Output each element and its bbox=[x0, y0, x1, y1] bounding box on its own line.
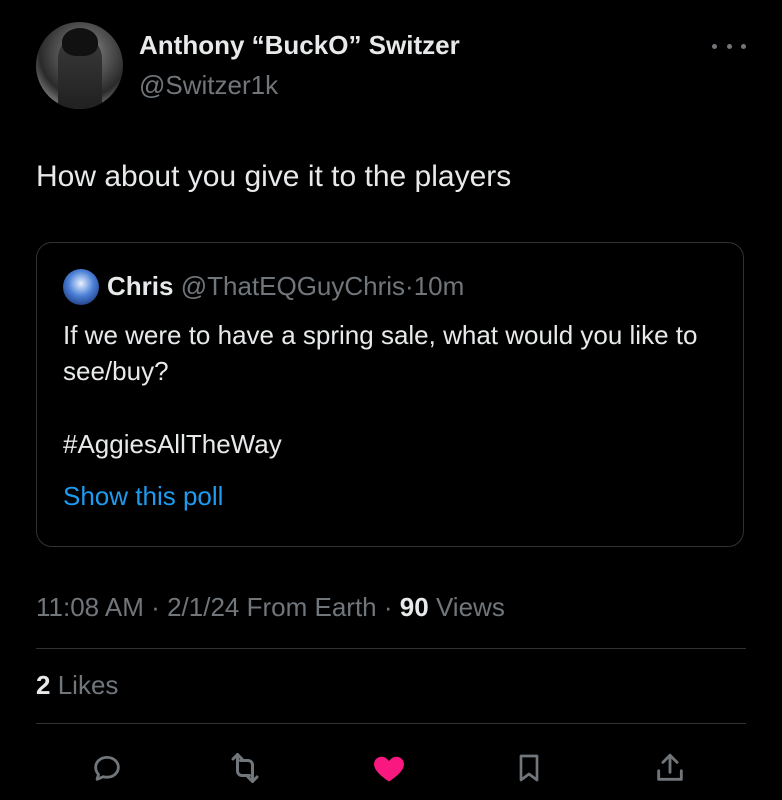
author-display-name[interactable]: Anthony “BuckO” Switzer bbox=[139, 30, 460, 61]
likes-summary[interactable]: 2 Likes bbox=[36, 670, 118, 701]
separator-dot: · bbox=[405, 271, 414, 301]
likes-count: 2 bbox=[36, 670, 51, 700]
quoted-time: 10m bbox=[413, 271, 465, 301]
more-dot bbox=[712, 43, 717, 49]
author-avatar[interactable] bbox=[36, 22, 123, 109]
tweet-date[interactable]: 2/1/24 bbox=[167, 592, 239, 622]
share-icon[interactable] bbox=[650, 748, 690, 788]
quoted-name[interactable]: Chris bbox=[107, 271, 173, 301]
avatar-hair bbox=[62, 28, 98, 56]
bookmark-icon[interactable] bbox=[509, 748, 549, 788]
quoted-text: If we were to have a spring sale, what w… bbox=[63, 320, 698, 386]
quoted-handle[interactable]: @ThatEQGuyChris bbox=[181, 271, 405, 301]
author-handle[interactable]: @Switzer1k bbox=[139, 70, 278, 101]
views-count: 90 bbox=[399, 592, 429, 622]
heart-icon[interactable] bbox=[369, 748, 409, 788]
more-dot bbox=[741, 43, 746, 49]
more-icon[interactable] bbox=[712, 34, 746, 58]
separator-dot: · bbox=[383, 592, 393, 622]
tweet-location: From Earth bbox=[246, 592, 377, 622]
likes-label: Likes bbox=[57, 670, 119, 700]
retweet-icon[interactable] bbox=[225, 748, 265, 788]
reply-icon[interactable] bbox=[87, 748, 127, 788]
tweet-time[interactable]: 11:08 AM bbox=[36, 592, 144, 622]
divider bbox=[36, 648, 746, 649]
divider bbox=[36, 723, 746, 724]
separator-dot: · bbox=[151, 592, 160, 622]
quoted-header: Chris @ThatEQGuyChris·10m bbox=[107, 271, 464, 302]
show-poll-link[interactable]: Show this poll bbox=[63, 481, 223, 512]
tweet-text: How about you give it to the players bbox=[36, 160, 512, 193]
views-label: Views bbox=[435, 592, 505, 622]
action-bar bbox=[0, 748, 782, 788]
tweet-metadata: 11:08 AM · 2/1/24 From Earth · 90 Views bbox=[36, 592, 505, 623]
quoted-hashtag[interactable]: #AggiesAllTheWay bbox=[63, 429, 282, 460]
quoted-tweet[interactable]: Chris @ThatEQGuyChris·10m If we were to … bbox=[36, 242, 744, 547]
more-dot bbox=[726, 43, 732, 49]
quoted-avatar[interactable] bbox=[63, 269, 99, 305]
